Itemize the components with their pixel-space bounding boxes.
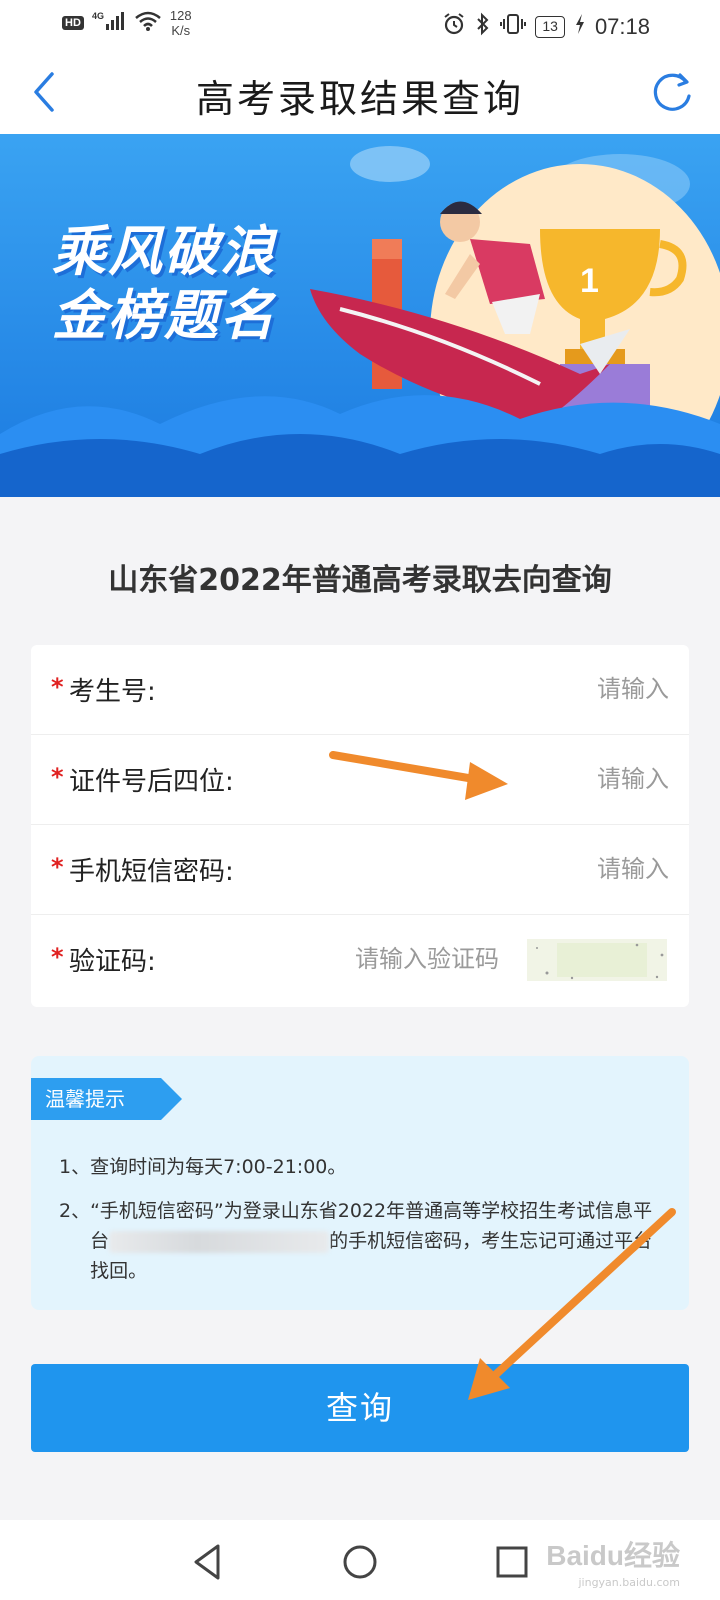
network-type: 4G <box>92 11 104 21</box>
tip-number: 1、 <box>59 1156 91 1178</box>
captcha-image[interactable] <box>517 933 677 987</box>
section-title: 山东省2022年普通高考录取去向查询 <box>108 563 612 598</box>
hd-badge: HD <box>62 16 84 30</box>
signal-icon: 4G <box>92 10 126 37</box>
bluetooth-icon <box>475 12 491 42</box>
clock-time: 07:18 <box>594 14 650 39</box>
nav-home-button[interactable] <box>338 1540 382 1584</box>
sms-password-input[interactable] <box>409 847 669 891</box>
watermark-brand: Baidu经验 <box>546 1540 680 1571</box>
speed-value: 128 <box>169 8 192 23</box>
nav-home-icon <box>343 1545 377 1579</box>
status-left: HD 4G 128 K/s <box>62 8 192 38</box>
id-last4-label: 证件号后四位: <box>69 767 234 797</box>
exam-number-input[interactable] <box>409 667 669 711</box>
captcha-label: 验证码: <box>69 947 156 977</box>
vibrate-icon <box>500 12 527 42</box>
required-mark: * <box>51 673 64 701</box>
refresh-icon <box>653 73 691 111</box>
nav-recent-icon <box>496 1546 528 1578</box>
exam-number-label: 考生号: <box>69 677 156 707</box>
sms-password-label: 手机短信密码: <box>69 857 234 887</box>
page-title: 高考录取结果查询 <box>195 77 524 121</box>
system-nav-bar: Baidu经验 jingyan.baidu.com <box>0 1520 720 1600</box>
tip-item: 2、 “手机短信密码”为登录山东省2022年普通高等学校招生考试信息平台 的手机短… <box>59 1196 671 1286</box>
charging-icon <box>574 13 586 41</box>
form-row-sms-password: * 手机短信密码: <box>31 825 689 915</box>
form-row-captcha: * 验证码: <box>31 915 689 1005</box>
promo-banner: 1 乘风破浪 金榜题名 <box>0 134 720 497</box>
id-last4-input[interactable] <box>409 757 669 801</box>
tip-number: 2、 <box>59 1200 91 1222</box>
status-right: 13 07:18 <box>442 12 650 42</box>
wifi-icon <box>134 10 162 37</box>
network-speed: 128 K/s <box>170 8 192 38</box>
nav-back-button[interactable] <box>186 1540 230 1584</box>
required-mark: * <box>51 763 64 791</box>
app-header: 高考录取结果查询 <box>0 50 720 134</box>
tip-text: 查询时间为每天7:00-21:00。 <box>90 1156 347 1178</box>
tips-badge: 温馨提示 <box>31 1078 161 1120</box>
query-form: * 考生号: * 证件号后四位: * 手机短信密码: * 验证码: <box>31 645 689 1007</box>
tips-badge-arrow <box>161 1078 182 1120</box>
redacted-url <box>109 1230 330 1253</box>
required-mark: * <box>51 853 64 881</box>
tip-text: “手机短信密码”为登录山东省2022年普通高等学校招生考试信息平台 的手机短信密码… <box>90 1196 671 1286</box>
banner-line-2: 金榜题名 <box>52 284 276 347</box>
speed-unit: K/s <box>171 23 191 38</box>
tips-panel: 温馨提示 1、 查询时间为每天7:00-21:00。 2、 “手机短信密码”为登… <box>31 1056 689 1310</box>
refresh-button[interactable] <box>650 70 694 114</box>
nav-recent-button[interactable] <box>490 1540 534 1584</box>
banner-slogan: 乘风破浪 金榜题名 <box>52 220 276 348</box>
trophy-number: 1 <box>580 262 599 300</box>
alarm-icon <box>442 12 466 42</box>
captcha-input[interactable] <box>279 937 499 981</box>
tip-item: 1、 查询时间为每天7:00-21:00。 <box>59 1152 671 1182</box>
status-bar: HD 4G 128 K/s 13 07:18 <box>0 0 720 50</box>
battery-indicator: 13 <box>535 16 565 38</box>
tips-list: 1、 查询时间为每天7:00-21:00。 2、 “手机短信密码”为登录山东省2… <box>59 1152 671 1300</box>
watermark-url: jingyan.baidu.com <box>578 1576 680 1589</box>
form-row-exam-number: * 考生号: <box>31 645 689 735</box>
nav-back-icon <box>194 1544 220 1580</box>
banner-line-1: 乘风破浪 <box>52 220 276 283</box>
query-button[interactable]: 查询 <box>31 1364 689 1452</box>
form-row-id-last4: * 证件号后四位: <box>31 735 689 825</box>
required-mark: * <box>51 943 64 971</box>
